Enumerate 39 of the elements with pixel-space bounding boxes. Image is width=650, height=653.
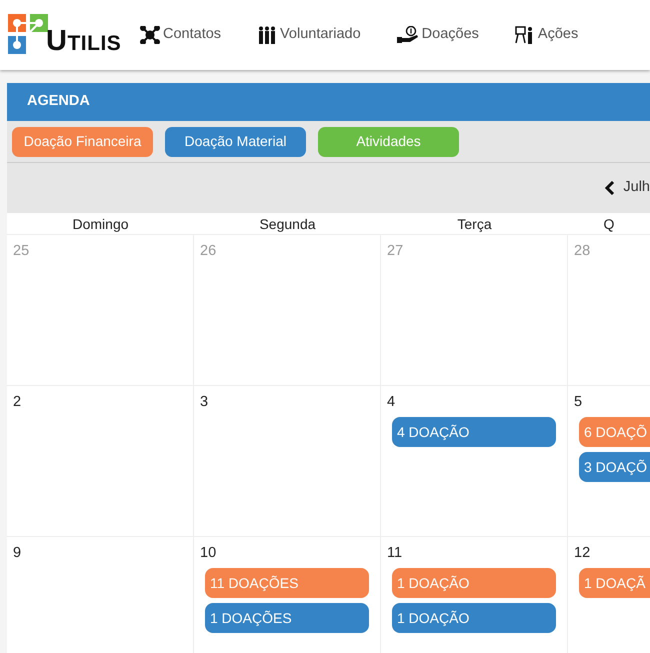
calendar-event[interactable]: 1 DOAÇÃ <box>579 568 650 598</box>
calendar-event[interactable]: 6 DOAÇÕ <box>579 416 650 447</box>
weekday-header: Q <box>568 213 650 235</box>
nav-link[interactable]: Contatos <box>140 24 222 46</box>
calendar-event[interactable]: 1 DOAÇÃO <box>392 602 556 633</box>
day-number: 9 <box>13 544 22 563</box>
calendar-event[interactable]: 3 DOAÇÕ <box>579 452 650 482</box>
day-number: 26 <box>200 242 216 261</box>
day-number: 10 <box>200 544 216 563</box>
brand-name: UTILIS <box>46 27 122 56</box>
weekday-header: Domingo <box>7 213 194 235</box>
nav-link[interactable]: Doações <box>396 24 479 46</box>
panel-title: AGENDA <box>7 83 650 121</box>
calendar-event[interactable]: 4 DOAÇÃO <box>392 416 556 447</box>
nav-link[interactable]: Voluntariado <box>257 24 361 46</box>
day-number: 27 <box>387 242 404 261</box>
day-number: 3 <box>200 393 208 412</box>
calendar-event[interactable]: 1 DOAÇÃO <box>392 568 556 598</box>
calendar-event[interactable]: 11 DOAÇÕES <box>205 568 369 598</box>
day-number: 28 <box>574 242 590 261</box>
day-number: 4 <box>387 393 396 412</box>
previous-icon[interactable] <box>605 181 616 195</box>
people-icon <box>257 26 278 44</box>
legend-button[interactable]: Doação Material <box>165 126 306 156</box>
network-icon <box>140 26 160 44</box>
weekday-header: Segunda <box>194 213 381 235</box>
hand-coin-icon <box>396 26 419 44</box>
weekday-header: Terça <box>381 213 568 235</box>
day-number: 5 <box>574 393 582 412</box>
day-number: 2 <box>13 393 22 412</box>
legend-button[interactable]: Atividades <box>318 126 459 156</box>
calendar-event[interactable]: 1 DOAÇÕES <box>205 602 369 633</box>
nav-link[interactable]: Ações <box>514 24 578 46</box>
presentation-icon <box>514 26 535 44</box>
day-number: 12 <box>574 544 590 563</box>
day-number: 11 <box>387 544 402 563</box>
legend-button[interactable]: Doação Financeira <box>12 126 153 156</box>
day-number: 25 <box>13 242 30 261</box>
month-label: Julh <box>623 178 650 198</box>
